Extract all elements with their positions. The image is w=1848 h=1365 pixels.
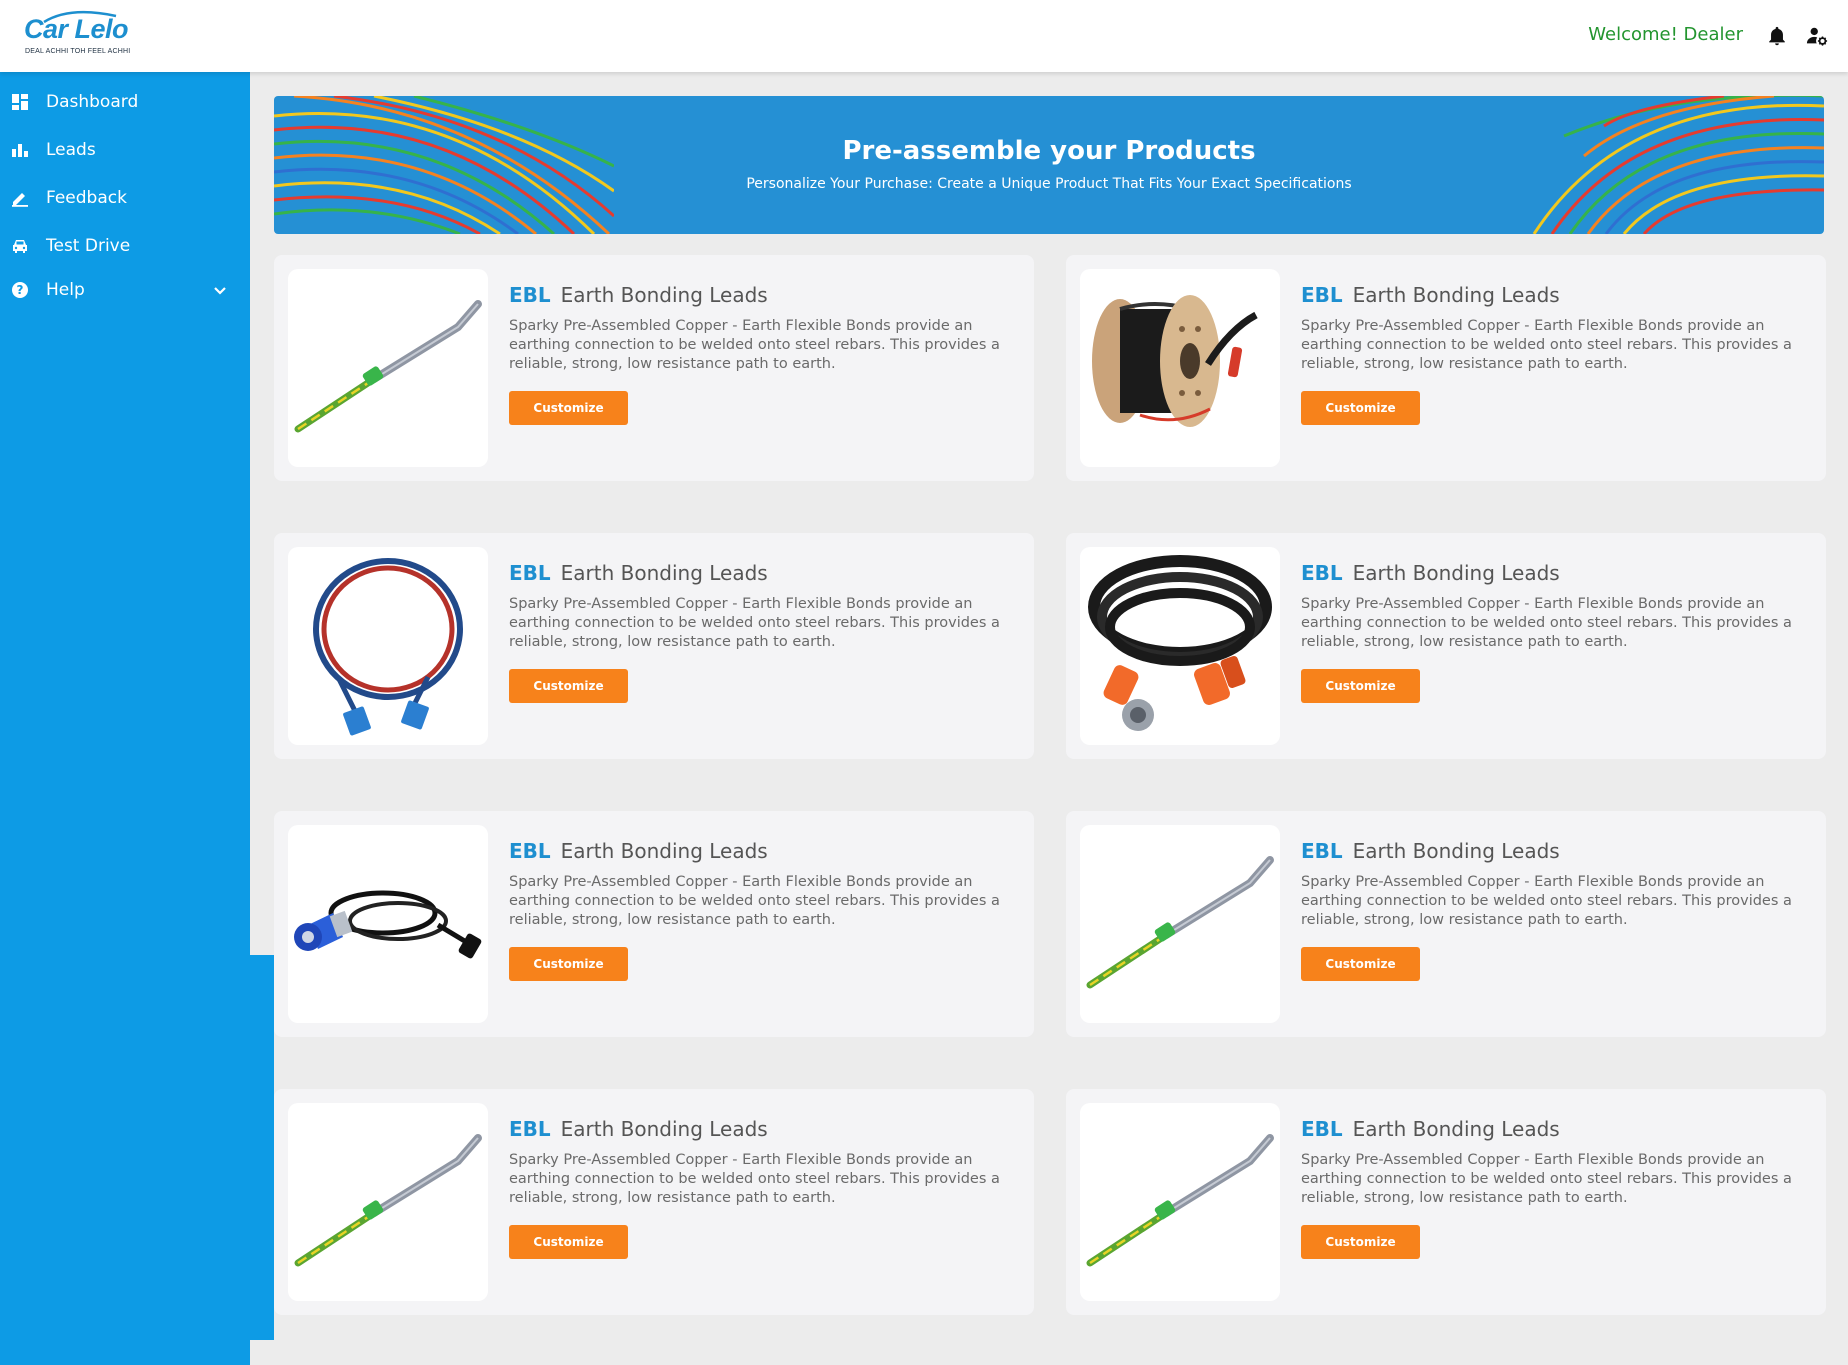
customize-button[interactable]: Customize <box>509 669 628 703</box>
product-image[interactable] <box>288 825 488 1023</box>
product-title: EBL Earth Bonding Leads <box>1301 1117 1560 1141</box>
dashboard-icon <box>12 94 28 110</box>
product-image[interactable] <box>1080 1103 1280 1301</box>
product-image[interactable] <box>288 269 488 467</box>
product-title: EBL Earth Bonding Leads <box>1301 283 1560 307</box>
product-card: EBL Earth Bonding Leads Sparky Pre-Assembl… <box>1066 1089 1826 1315</box>
sidebar-item-label: Feedback <box>46 188 127 208</box>
product-card: EBL Earth Bonding Leads Sparky Pre-Assembl… <box>1066 533 1826 759</box>
customize-button[interactable]: Customize <box>509 947 628 981</box>
product-card: EBL Earth Bonding Leads Sparky Pre-Assembl… <box>274 255 1034 481</box>
product-card: EBL Earth Bonding Leads Sparky Pre-Assembl… <box>1066 255 1826 481</box>
sidebar-item-label: Help <box>46 280 85 300</box>
sidebar: Dashboard Leads Feedback Test Drive ? He… <box>0 72 250 1365</box>
product-brand: EBL <box>1301 283 1343 307</box>
carlelo-logo[interactable]: Car Lelo DEAL ACHHI TOH FEEL ACHHI <box>22 10 134 58</box>
product-description: Sparky Pre-Assembled Copper - Earth Flex… <box>1301 1152 1792 1206</box>
sidebar-item-label: Leads <box>46 140 96 160</box>
customize-button[interactable]: Customize <box>1301 1225 1420 1259</box>
user-cog-icon[interactable] <box>1806 25 1828 47</box>
sidebar-item-feedback[interactable]: Feedback <box>0 179 250 219</box>
product-name: Earth Bonding Leads <box>1352 839 1560 863</box>
customize-button[interactable]: Customize <box>1301 669 1420 703</box>
product-card: EBL Earth Bonding Leads Sparky Pre-Assembl… <box>274 533 1034 759</box>
product-name: Earth Bonding Leads <box>560 1117 768 1141</box>
product-image[interactable] <box>1080 825 1280 1023</box>
product-description: Sparky Pre-Assembled Copper - Earth Flex… <box>1301 596 1792 650</box>
product-name: Earth Bonding Leads <box>1352 561 1560 585</box>
customize-button[interactable]: Customize <box>1301 391 1420 425</box>
product-name: Earth Bonding Leads <box>1352 1117 1560 1141</box>
product-title: EBL Earth Bonding Leads <box>1301 561 1560 585</box>
bell-icon[interactable] <box>1766 25 1788 47</box>
product-card: EBL Earth Bonding Leads Sparky Pre-Assembl… <box>1066 811 1826 1037</box>
product-description: Sparky Pre-Assembled Copper - Earth Flex… <box>1301 318 1792 372</box>
product-name: Earth Bonding Leads <box>1352 283 1560 307</box>
welcome-text: Welcome! Dealer <box>1588 24 1743 45</box>
top-header: Car Lelo DEAL ACHHI TOH FEEL ACHHI Welco… <box>0 0 1848 72</box>
sidebar-item-help[interactable]: ? Help <box>0 271 250 311</box>
product-title: EBL Earth Bonding Leads <box>1301 839 1560 863</box>
product-description: Sparky Pre-Assembled Copper - Earth Flex… <box>509 596 1000 650</box>
product-description: Sparky Pre-Assembled Copper - Earth Flex… <box>509 318 1000 372</box>
product-image[interactable] <box>288 1103 488 1301</box>
customize-button[interactable]: Customize <box>1301 947 1420 981</box>
product-title: EBL Earth Bonding Leads <box>509 561 768 585</box>
product-title: EBL Earth Bonding Leads <box>509 283 768 307</box>
product-name: Earth Bonding Leads <box>560 283 768 307</box>
sidebar-extension <box>250 955 274 1340</box>
product-image[interactable] <box>1080 269 1280 467</box>
bar-chart-icon <box>12 144 28 157</box>
sidebar-item-label: Dashboard <box>46 92 139 112</box>
logo-tagline: DEAL ACHHI TOH FEEL ACHHI <box>25 48 131 55</box>
product-title: EBL Earth Bonding Leads <box>509 839 768 863</box>
product-description: Sparky Pre-Assembled Copper - Earth Flex… <box>509 1152 1000 1206</box>
svg-text:?: ? <box>17 283 24 297</box>
customize-button[interactable]: Customize <box>509 1225 628 1259</box>
sidebar-item-test-drive[interactable]: Test Drive <box>0 227 250 267</box>
product-brand: EBL <box>509 561 551 585</box>
product-brand: EBL <box>509 1117 551 1141</box>
product-card: EBL Earth Bonding Leads Sparky Pre-Assembl… <box>274 1089 1034 1315</box>
product-description: Sparky Pre-Assembled Copper - Earth Flex… <box>1301 874 1792 928</box>
logo-text: Car Lelo <box>24 14 129 44</box>
customize-button[interactable]: Customize <box>509 391 628 425</box>
product-image[interactable] <box>1080 547 1280 745</box>
sidebar-item-dashboard[interactable]: Dashboard <box>0 83 250 123</box>
sidebar-item-label: Test Drive <box>46 236 131 256</box>
product-name: Earth Bonding Leads <box>560 561 768 585</box>
pencil-icon <box>12 193 28 207</box>
product-brand: EBL <box>1301 839 1343 863</box>
banner-title: Pre-assemble your Products <box>842 136 1256 166</box>
chevron-down-icon[interactable] <box>212 283 228 299</box>
question-circle-icon: ? <box>12 282 28 298</box>
banner-subtitle: Personalize Your Purchase: Create a Uniq… <box>746 176 1352 192</box>
product-brand: EBL <box>509 283 551 307</box>
product-description: Sparky Pre-Assembled Copper - Earth Flex… <box>509 874 1000 928</box>
product-brand: EBL <box>1301 1117 1343 1141</box>
product-image[interactable] <box>288 547 488 745</box>
car-icon <box>13 240 27 253</box>
product-brand: EBL <box>509 839 551 863</box>
product-title: EBL Earth Bonding Leads <box>509 1117 768 1141</box>
product-card: EBL Earth Bonding Leads Sparky Pre-Assembl… <box>274 811 1034 1037</box>
product-name: Earth Bonding Leads <box>560 839 768 863</box>
sidebar-item-leads[interactable]: Leads <box>0 131 250 171</box>
product-brand: EBL <box>1301 561 1343 585</box>
hero-banner: Pre-assemble your Products Personalize Y… <box>274 96 1824 234</box>
